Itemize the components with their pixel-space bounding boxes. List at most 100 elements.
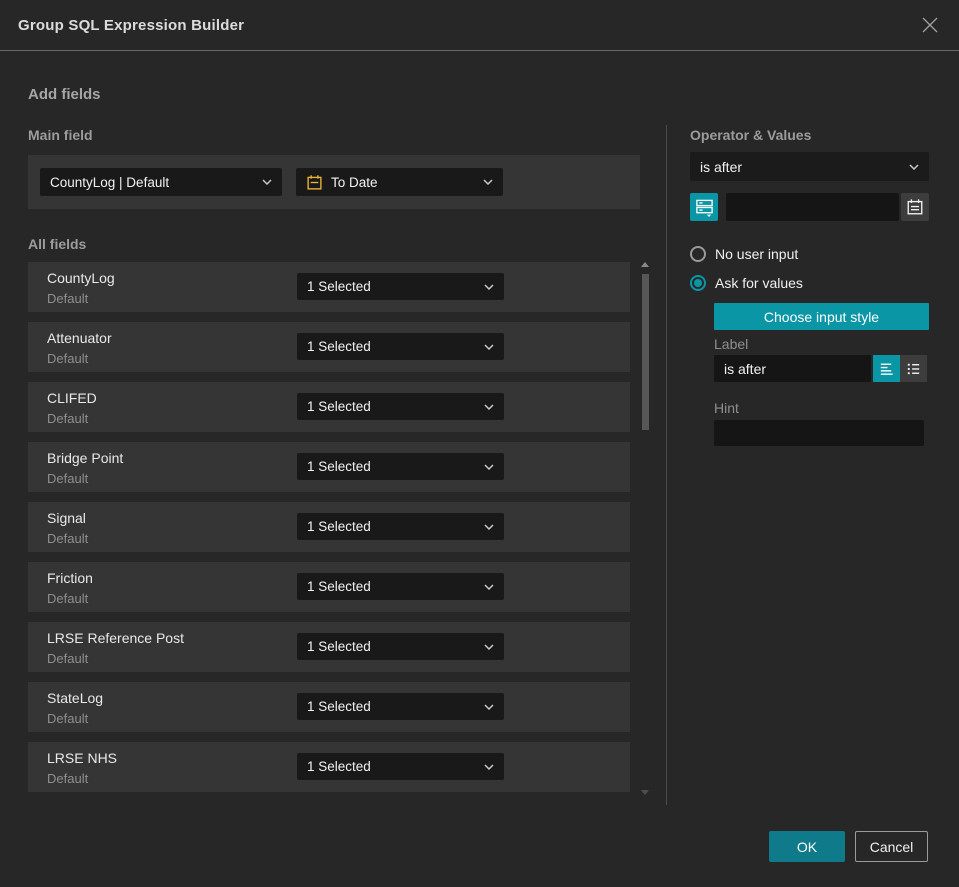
radio-ask-for-values-label: Ask for values [715,275,803,291]
field-row: Signal Default 1 Selected [28,502,630,552]
field-selected-value: 1 Selected [307,579,371,594]
field-selected-dropdown[interactable]: 1 Selected [297,273,504,300]
chevron-down-icon [484,403,494,410]
field-subtitle: Default [47,531,89,546]
field-subtitle: Default [47,591,89,606]
field-selected-value: 1 Selected [307,459,371,474]
date-picker-button[interactable] [901,193,929,221]
field-subtitle: Default [47,771,89,786]
radio-circle-checked-icon [690,275,706,291]
field-row: LRSE NHS Default 1 Selected [28,742,630,792]
value-mode-button[interactable] [690,193,718,221]
field-row: LRSE Reference Post Default 1 Selected [28,622,630,672]
add-fields-heading: Add fields [28,86,101,103]
radio-no-user-input-label: No user input [715,246,799,262]
main-field-select[interactable]: CountyLog | Default [40,168,282,196]
field-selected-value: 1 Selected [307,699,371,714]
field-selected-dropdown[interactable]: 1 Selected [297,573,504,600]
field-selected-dropdown[interactable]: 1 Selected [297,333,504,360]
field-selected-dropdown[interactable]: 1 Selected [297,753,504,780]
chevron-down-icon [909,163,919,170]
field-selected-dropdown[interactable]: 1 Selected [297,453,504,480]
field-subtitle: Default [47,291,89,306]
scroll-up-arrow-icon[interactable] [641,262,649,267]
field-name: Attenuator [47,330,112,346]
group-sql-expression-builder-dialog: Group SQL Expression Builder Add fields … [0,0,959,887]
field-selected-dropdown[interactable]: 1 Selected [297,513,504,540]
field-row: Bridge Point Default 1 Selected [28,442,630,492]
ok-button[interactable]: OK [769,831,845,862]
align-left-lines-icon [880,363,893,375]
all-fields-scrollbar[interactable] [641,260,650,800]
field-subtitle: Default [47,651,89,666]
date-field-select-value: To Date [331,174,378,190]
field-name: Friction [47,570,93,586]
field-name: StateLog [47,690,104,706]
operator-values-heading: Operator & Values [690,127,812,143]
radio-no-user-input[interactable]: No user input [690,246,798,262]
field-name: Bridge Point [47,450,124,466]
field-selected-value: 1 Selected [307,339,371,354]
scrollbar-thumb[interactable] [642,274,649,430]
field-row: CLIFED Default 1 Selected [28,382,630,432]
chevron-down-icon [484,763,494,770]
all-fields-label: All fields [28,236,87,252]
field-selected-value: 1 Selected [307,519,371,534]
field-selected-dropdown[interactable]: 1 Selected [297,633,504,660]
field-selected-value: 1 Selected [307,759,371,774]
field-name: Signal [47,510,86,526]
label-value-input[interactable] [714,355,871,382]
chevron-down-icon [484,343,494,350]
close-icon[interactable] [919,14,941,36]
chevron-down-icon [484,523,494,530]
field-name: LRSE NHS [47,750,118,766]
field-subtitle: Default [47,711,89,726]
bulleted-list-icon [907,363,920,375]
field-row: CountyLog Default 1 Selected [28,262,630,312]
hint-field-label: Hint [714,400,739,416]
operator-select[interactable]: is after [690,152,929,181]
field-selected-value: 1 Selected [307,399,371,414]
main-field-select-value: CountyLog | Default [50,174,170,190]
chevron-down-icon [484,283,494,290]
chevron-down-icon [484,463,494,470]
hint-value-input[interactable] [714,420,924,446]
operator-select-value: is after [700,158,743,175]
field-name: LRSE Reference Post [47,630,184,646]
dialog-title: Group SQL Expression Builder [18,16,245,34]
column-divider [666,125,667,805]
label-field-label: Label [714,336,749,352]
field-subtitle: Default [47,471,89,486]
field-row: Friction Default 1 Selected [28,562,630,612]
field-row: StateLog Default 1 Selected [28,682,630,732]
field-subtitle: Default [47,411,89,426]
chevron-down-icon [484,643,494,650]
field-name: CLIFED [47,390,97,406]
field-subtitle: Default [47,351,89,366]
scroll-down-arrow-icon[interactable] [641,790,649,795]
main-field-label: Main field [28,127,93,143]
stacked-list-caret-icon [695,199,713,217]
list-style-button[interactable] [900,355,927,382]
radio-ask-for-values[interactable]: Ask for values [690,275,803,291]
date-field-select[interactable]: To Date [296,168,503,196]
chevron-down-icon [484,583,494,590]
main-field-panel: CountyLog | Default To Date [28,155,640,209]
field-selected-value: 1 Selected [307,279,371,294]
single-line-style-button[interactable] [873,355,900,382]
field-selected-dropdown[interactable]: 1 Selected [297,693,504,720]
calendar-icon [907,199,923,215]
field-selected-value: 1 Selected [307,639,371,654]
field-selected-dropdown[interactable]: 1 Selected [297,393,504,420]
field-row: Attenuator Default 1 Selected [28,322,630,372]
cancel-button[interactable]: Cancel [855,831,928,862]
chevron-down-icon [262,179,272,185]
date-value-input[interactable] [726,193,899,221]
chevron-down-icon [483,179,493,185]
chevron-down-icon [484,703,494,710]
choose-input-style-button[interactable]: Choose input style [714,303,929,330]
radio-circle-icon [690,246,706,262]
calendar-icon [307,174,322,190]
title-bar: Group SQL Expression Builder [0,0,959,51]
field-name: CountyLog [47,270,115,286]
